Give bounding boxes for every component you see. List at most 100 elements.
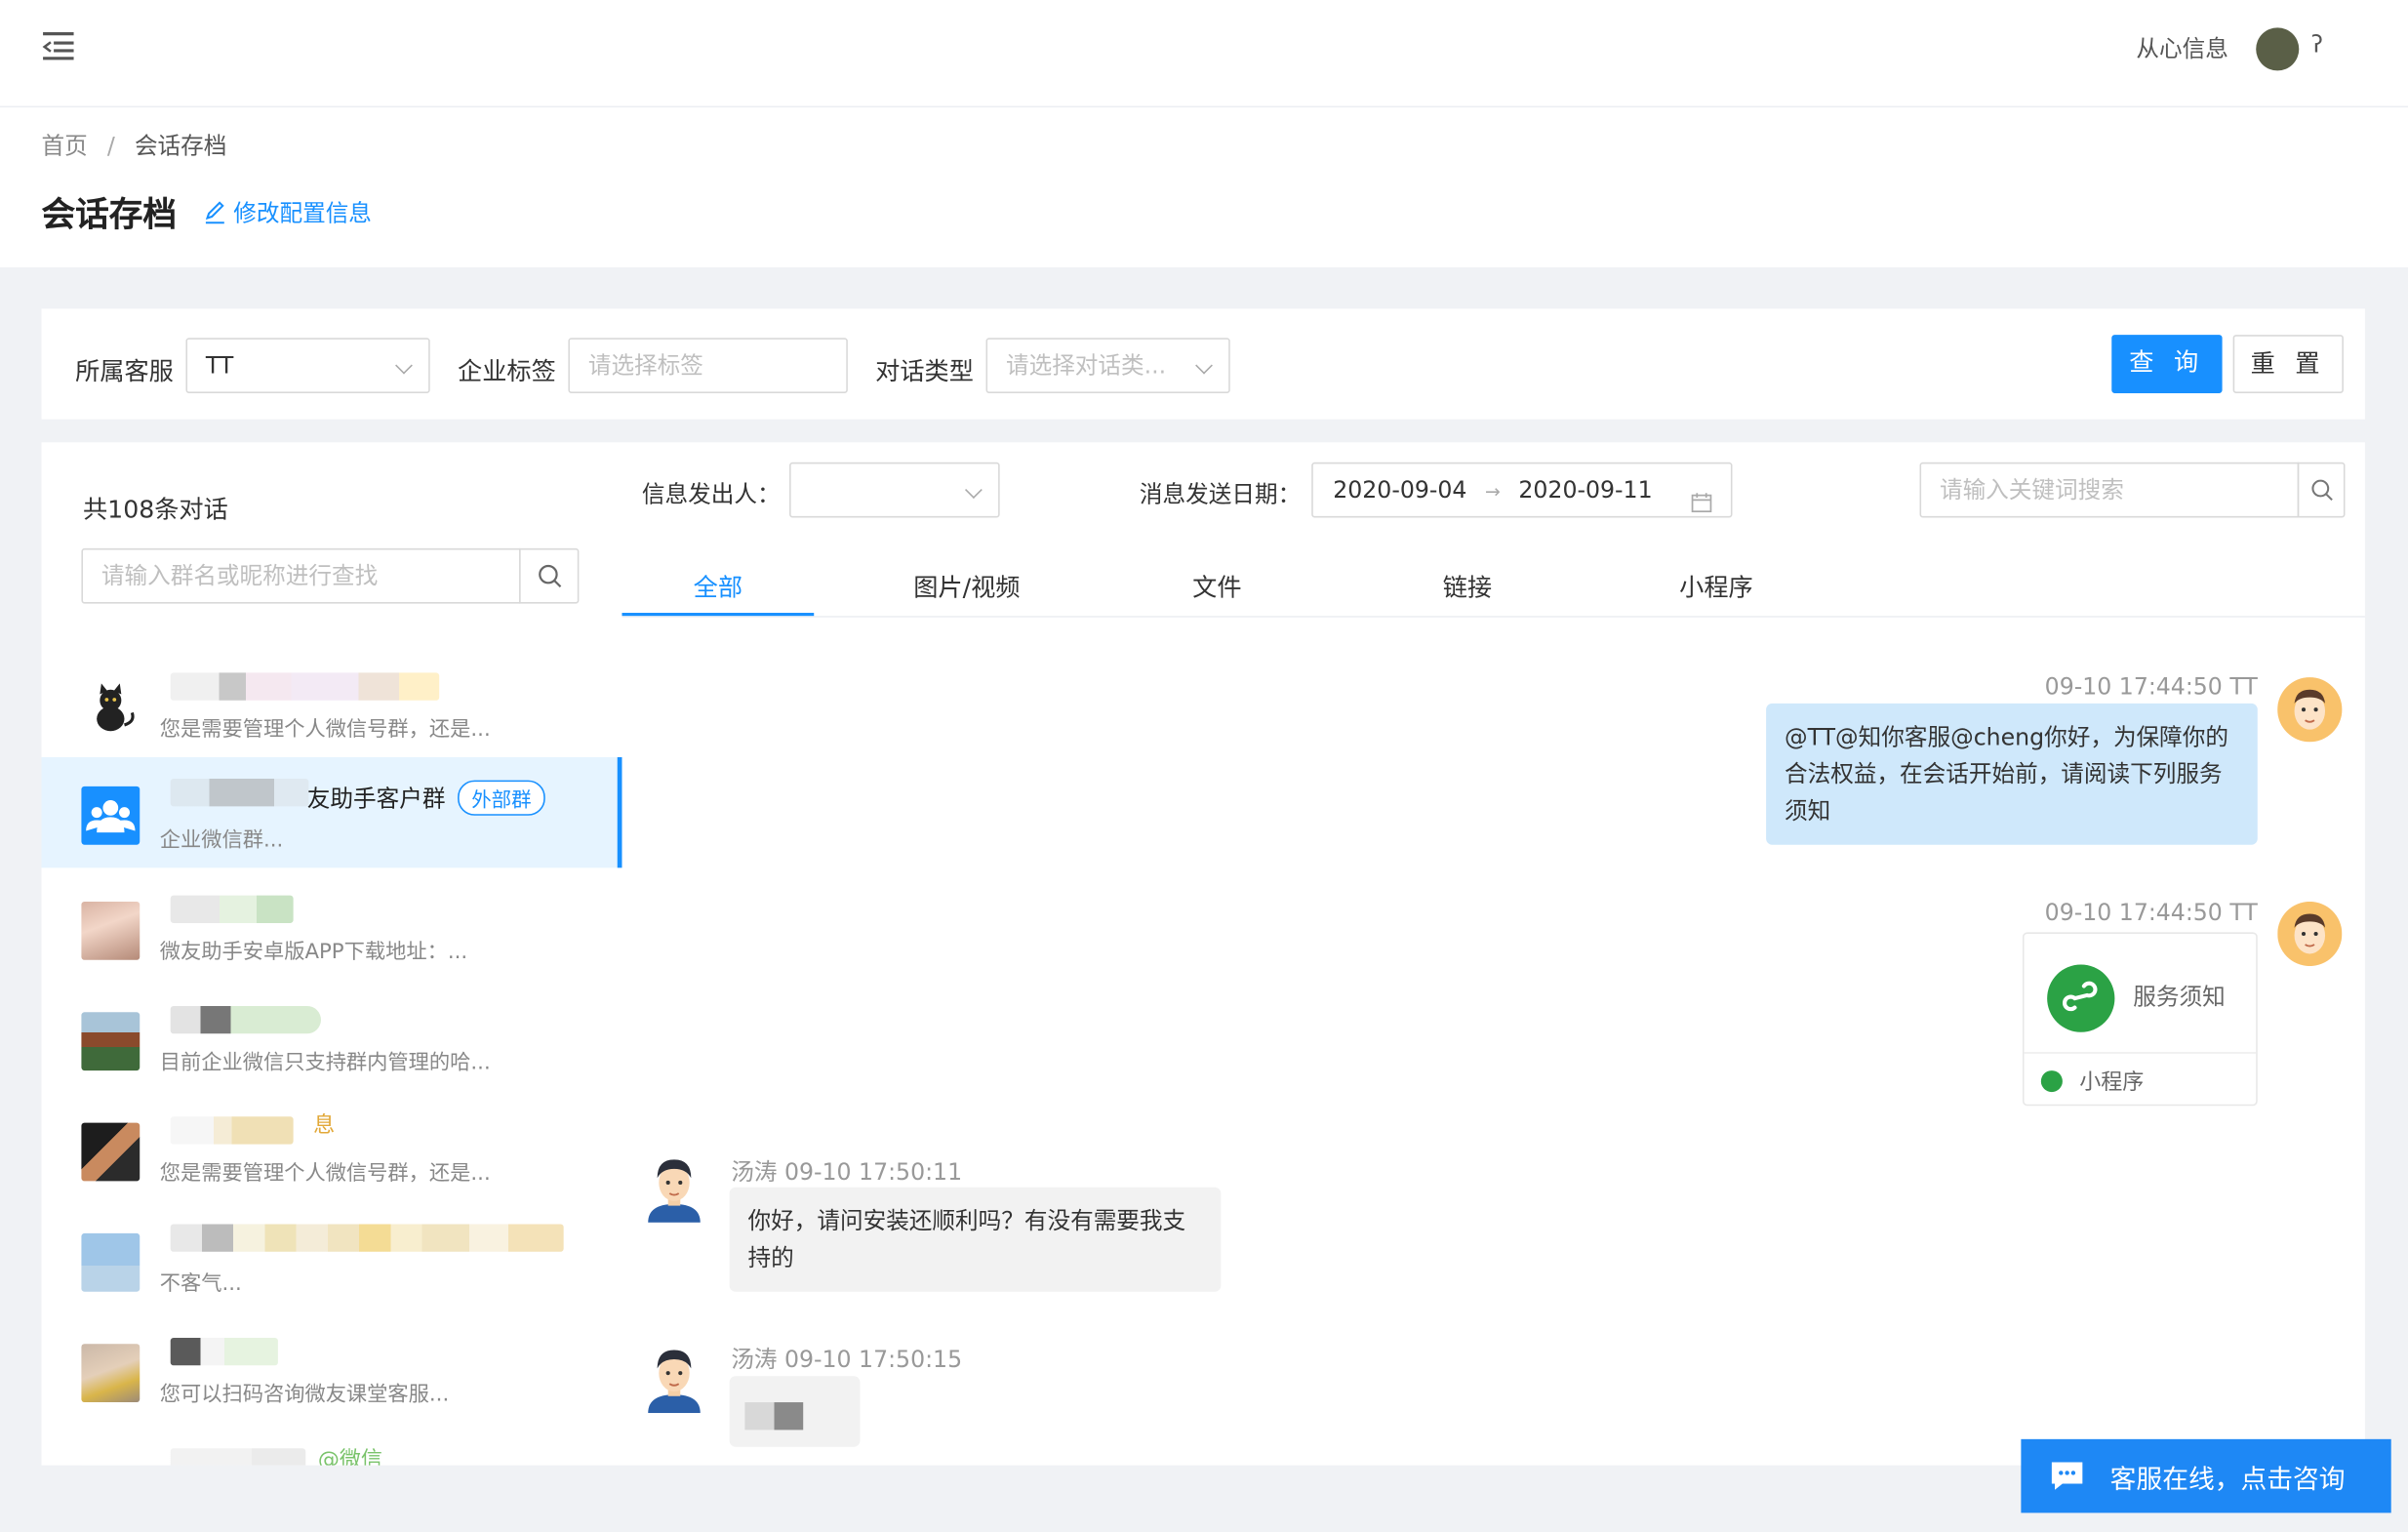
reset-button[interactable]: 重 置: [2232, 335, 2344, 393]
conversation-search-placeholder: 请输入群名或昵称进行查找: [100, 562, 379, 590]
service-select[interactable]: TT: [185, 338, 430, 393]
received-message-bubble[interactable]: 你好，请问安装还顺利吗？有没有需要我支持的: [729, 1187, 1222, 1292]
miniprogram-logo-icon: [2047, 964, 2115, 1032]
miniprogram-type: 小程序: [2079, 1070, 2145, 1096]
breadcrumb-separator: /: [106, 132, 115, 160]
user-avatar[interactable]: [2256, 27, 2300, 71]
conversation-preview: 您是需要管理个人微信号群，还是...: [159, 1160, 491, 1187]
service-label: 所属客服: [75, 356, 174, 386]
tab-all[interactable]: 全部: [622, 567, 814, 604]
support-chat-button[interactable]: 客服在线，点击咨询: [2021, 1438, 2391, 1513]
agent-avatar: [2277, 677, 2343, 743]
conversation-preview: 您是需要管理个人微信号群，还是...: [159, 717, 491, 743]
baby-photo-avatar: [81, 901, 140, 960]
conversation-item[interactable]: @微信: [41, 1433, 622, 1466]
conversation-item[interactable]: 息 您是需要管理个人微信号群，还是...: [41, 1102, 622, 1212]
conversation-preview: 微友助手安卓版APP下载地址：...: [159, 940, 468, 965]
user-name[interactable]: ʔ: [2311, 30, 2323, 58]
keyword-search-placeholder: 请输入关键词搜索: [1939, 475, 2124, 504]
blurred-image-content: [744, 1402, 804, 1431]
conversation-item[interactable]: 目前企业微信只支持群内管理的哈...: [41, 990, 622, 1101]
conversation-preview: 目前企业微信只支持群内管理的哈...: [159, 1050, 491, 1075]
menu-collapse-icon[interactable]: [41, 30, 75, 60]
conversation-preview: 企业微信群...: [159, 827, 284, 853]
blurred-name: [170, 895, 294, 923]
conversation-name: 友助手客户群: [306, 785, 446, 813]
message-tabs: 全部 图片/视频 文件 链接 小程序: [622, 549, 2365, 618]
edit-icon: [203, 200, 227, 230]
group-avatar: [81, 786, 140, 845]
conversation-item-selected[interactable]: 友助手客户群 外部群 企业微信群...: [41, 756, 622, 868]
tag-label: 企业标签: [458, 356, 556, 386]
keyword-search-input[interactable]: 请输入关键词搜索: [1919, 462, 2300, 518]
conversation-list: 您是需要管理个人微信号群，还是... 友助手客户群 外部群 企业微信群... 微…: [41, 658, 622, 1466]
tag-placeholder: 请选择标签: [587, 351, 703, 380]
breadcrumb-current: 会话存档: [134, 132, 227, 160]
breadcrumb: 首页 / 会话存档: [41, 129, 226, 161]
date-range-picker[interactable]: 2020-09-04 → 2020-09-11: [1311, 462, 1733, 518]
date-start: 2020-09-04: [1333, 475, 1467, 504]
main-panel: 共108条对话 请输入群名或昵称进行查找 您是需要管理个人微信号群，还是... …: [41, 442, 2365, 1466]
partial-avatar: [81, 1454, 140, 1466]
chevron-down-icon: [395, 356, 413, 375]
hand-photo-avatar: [81, 1122, 140, 1182]
tab-active-underline: [622, 613, 815, 617]
conversation-name: 息: [313, 1113, 336, 1139]
chevron-down-icon: [1195, 356, 1213, 375]
date-end: 2020-09-11: [1518, 475, 1653, 504]
blurred-name: [170, 1116, 294, 1145]
sender-label: 信息发出人：: [641, 480, 781, 508]
message-time: 汤涛 09-10 17:50:11: [731, 1157, 963, 1187]
breadcrumb-home[interactable]: 首页: [41, 132, 87, 159]
conversation-search-input[interactable]: 请输入群名或昵称进行查找: [81, 547, 521, 604]
tag-select[interactable]: 请选择标签: [568, 338, 848, 393]
filter-panel: 所属客服 TT 企业标签 请选择标签 对话类型 请选择对话类... 查 询 重 …: [41, 308, 2365, 420]
blurred-name: [170, 1448, 306, 1466]
conversation-item[interactable]: 不客气...: [41, 1212, 622, 1322]
date-label: 消息发送日期：: [1139, 480, 1302, 508]
search-icon: [2311, 479, 2333, 502]
miniprogram-card[interactable]: 服务须知 小程序: [2022, 932, 2258, 1107]
edit-config-label: 修改配置信息: [233, 199, 372, 227]
top-bar: 从心信息 ʔ: [0, 0, 2408, 108]
conversation-search-button[interactable]: [519, 547, 580, 604]
conversation-preview: 不客气...: [159, 1271, 242, 1297]
date-arrow: →: [1485, 480, 1501, 503]
chevron-down-icon: [965, 481, 983, 500]
page-title: 会话存档: [41, 196, 178, 235]
contact-avatar: [639, 1152, 703, 1223]
blurred-name: [170, 672, 440, 701]
tab-miniprogram[interactable]: 小程序: [1621, 567, 1813, 604]
conversation-preview: 您可以扫码咨询微友课堂客服...: [159, 1382, 450, 1407]
blurred-name: [170, 1337, 278, 1366]
external-group-badge: 外部群: [458, 780, 545, 816]
tab-links[interactable]: 链接: [1372, 567, 1564, 604]
type-placeholder: 请选择对话类...: [1005, 351, 1167, 380]
tab-media[interactable]: 图片/视频: [870, 567, 1063, 604]
tab-files[interactable]: 文件: [1121, 567, 1313, 604]
type-label: 对话类型: [875, 356, 974, 386]
miniprogram-title: 服务须知: [2133, 983, 2226, 1011]
message-time: 09-10 17:44:50 TT: [2044, 898, 2258, 927]
search-button[interactable]: 查 询: [2111, 335, 2223, 393]
conversation-item[interactable]: 您可以扫码咨询微友课堂客服...: [41, 1322, 622, 1432]
child-photo-avatar: [81, 1344, 140, 1403]
building-photo-avatar: [81, 1012, 140, 1071]
contact-avatar: [639, 1343, 703, 1414]
calendar-icon: [1691, 479, 1712, 516]
sender-select[interactable]: [789, 462, 1000, 518]
edit-config-link[interactable]: 修改配置信息: [203, 196, 372, 230]
card-divider: [2024, 1052, 2257, 1054]
search-icon: [539, 564, 562, 588]
image-message[interactable]: [729, 1376, 861, 1447]
agent-avatar: [2277, 901, 2343, 967]
sent-message-bubble[interactable]: @TT@知你客服@cheng你好，为保障你的合法权益，在会话开始前，请阅读下列服…: [1766, 703, 2258, 845]
keyword-search-button[interactable]: [2297, 462, 2346, 518]
chat-bubble-icon: [2049, 1459, 2086, 1499]
conversation-item[interactable]: 您是需要管理个人微信号群，还是...: [41, 658, 622, 768]
type-select[interactable]: 请选择对话类...: [985, 338, 1230, 393]
sky-photo-avatar: [81, 1232, 140, 1292]
blurred-name: [170, 779, 309, 807]
conversation-item[interactable]: 微友助手安卓版APP下载地址：...: [41, 880, 622, 990]
company-name[interactable]: 从心信息: [2136, 32, 2227, 64]
